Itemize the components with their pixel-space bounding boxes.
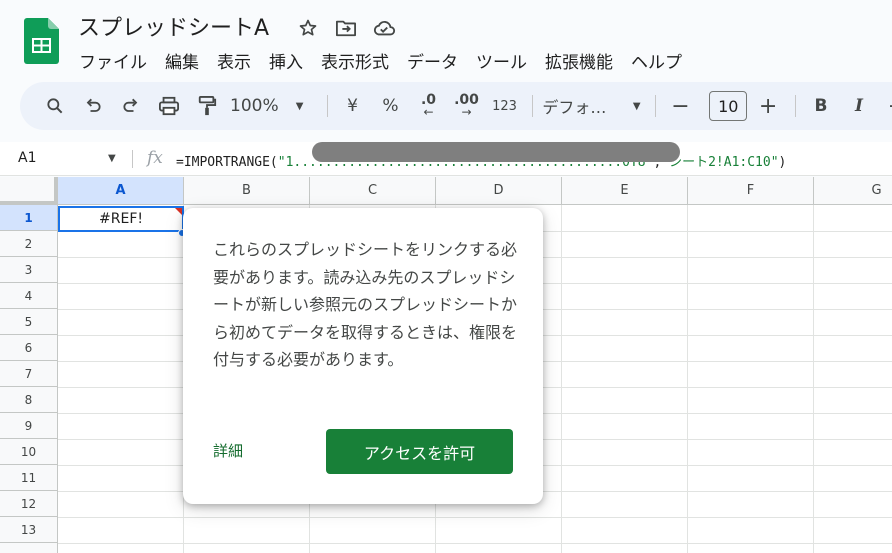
column-header-g[interactable]: G <box>814 177 892 205</box>
column-header-d[interactable]: D <box>436 177 562 205</box>
formula-divider <box>132 150 133 168</box>
fx-icon: fx <box>147 148 163 168</box>
row-header-3[interactable]: 3 <box>0 257 58 283</box>
name-box-dropdown-icon[interactable]: ▼ <box>108 153 116 164</box>
error-indicator-icon[interactable] <box>175 208 182 215</box>
document-title[interactable]: スプレッドシートA <box>78 10 269 42</box>
number-format-button[interactable]: 123 <box>490 90 520 122</box>
column-header-e[interactable]: E <box>562 177 688 205</box>
currency-format-button[interactable]: ¥ <box>338 90 368 122</box>
menu-format[interactable]: 表示形式 <box>312 46 398 75</box>
select-all-corner[interactable] <box>0 177 58 205</box>
toolbar: 100% ▼ ¥ % .0 ← .00 → 123 デフォ… ▼ − 10 + … <box>20 82 892 130</box>
menu-insert[interactable]: 挿入 <box>260 46 312 75</box>
zoom-dropdown-icon[interactable]: ▼ <box>285 90 315 122</box>
name-box[interactable]: A1 <box>18 150 36 166</box>
gridline <box>58 543 892 544</box>
formula-close: ) <box>778 155 787 170</box>
increase-font-size-icon[interactable]: + <box>753 90 783 122</box>
row-header-7[interactable]: 7 <box>0 361 58 387</box>
menu-edit[interactable]: 編集 <box>156 46 208 75</box>
row-header-6[interactable]: 6 <box>0 335 58 361</box>
print-icon[interactable] <box>154 90 184 122</box>
column-header-a[interactable]: A <box>58 177 184 205</box>
menu-data[interactable]: データ <box>398 46 467 75</box>
row-header-13[interactable]: 13 <box>0 517 58 543</box>
undo-icon[interactable] <box>78 90 108 122</box>
move-to-folder-icon[interactable] <box>334 16 358 40</box>
menu-view[interactable]: 表示 <box>208 46 260 75</box>
zoom-select[interactable]: 100% <box>230 96 279 116</box>
menu-tools[interactable]: ツール <box>467 46 536 75</box>
increase-decimal-button[interactable]: .00 → <box>452 90 482 122</box>
cloud-saved-icon[interactable] <box>372 16 396 40</box>
cell-a1[interactable]: #REF! <box>58 206 184 232</box>
cell-a1-value: #REF! <box>99 211 143 227</box>
toolbar-divider <box>531 95 533 117</box>
row-header-12[interactable]: 12 <box>0 491 58 517</box>
menu-file[interactable]: ファイル <box>70 46 156 75</box>
row-header-1[interactable]: 1 <box>0 205 58 231</box>
paint-format-icon[interactable] <box>192 90 222 122</box>
redo-icon[interactable] <box>116 90 146 122</box>
import-range-permission-popup: これらのスプレッドシートをリンクする必要があります。読み込み先のスプレッドシート… <box>183 208 543 504</box>
row-header-10[interactable]: 10 <box>0 439 58 465</box>
toolbar-divider <box>654 95 656 117</box>
font-dropdown-icon: ▼ <box>632 100 641 112</box>
sheets-logo-icon[interactable] <box>24 18 59 64</box>
formula-function: =IMPORTRANGE( <box>176 155 278 170</box>
decrease-decimal-button[interactable]: .0 ← <box>414 90 444 122</box>
search-icon[interactable] <box>40 90 70 122</box>
font-select[interactable]: デフォ… ▼ <box>542 94 640 118</box>
row-header-4[interactable]: 4 <box>0 283 58 309</box>
row-header-2[interactable]: 2 <box>0 231 58 257</box>
row-header-11[interactable]: 11 <box>0 465 58 491</box>
font-size-input[interactable]: 10 <box>709 91 748 121</box>
column-header-c[interactable]: C <box>310 177 436 205</box>
star-icon[interactable] <box>296 16 320 40</box>
arrow-right-icon: → <box>461 105 472 119</box>
menu-bar: ファイル 編集 表示 挿入 表示形式 データ ツール 拡張機能 ヘルプ <box>70 46 691 75</box>
popup-message: これらのスプレッドシートをリンクする必要があります。読み込み先のスプレッドシート… <box>213 240 518 369</box>
toolbar-divider <box>326 95 328 117</box>
row-header-9[interactable]: 9 <box>0 413 58 439</box>
learn-more-link[interactable]: 詳細 <box>213 440 243 461</box>
menu-extensions[interactable]: 拡張機能 <box>536 46 622 75</box>
toolbar-divider <box>795 95 796 117</box>
row-header-8[interactable]: 8 <box>0 387 58 413</box>
strikethrough-icon[interactable]: − <box>882 90 892 122</box>
formula-range: "シート2!A1:C10" <box>661 155 779 170</box>
redaction-bar <box>312 142 680 162</box>
bold-button[interactable]: B <box>806 90 836 122</box>
font-name: デフォ… <box>542 98 607 117</box>
column-header-f[interactable]: F <box>688 177 814 205</box>
decrease-font-size-icon[interactable]: − <box>665 90 695 122</box>
allow-access-button[interactable]: アクセスを許可 <box>326 429 513 474</box>
gridline <box>58 517 892 518</box>
arrow-left-icon: ← <box>423 105 434 119</box>
italic-button[interactable]: I <box>844 90 874 122</box>
percent-format-button[interactable]: % <box>376 90 406 122</box>
column-header-b[interactable]: B <box>184 177 310 205</box>
menu-help[interactable]: ヘルプ <box>622 46 691 75</box>
row-header-14[interactable] <box>0 543 58 553</box>
row-header-5[interactable]: 5 <box>0 309 58 335</box>
